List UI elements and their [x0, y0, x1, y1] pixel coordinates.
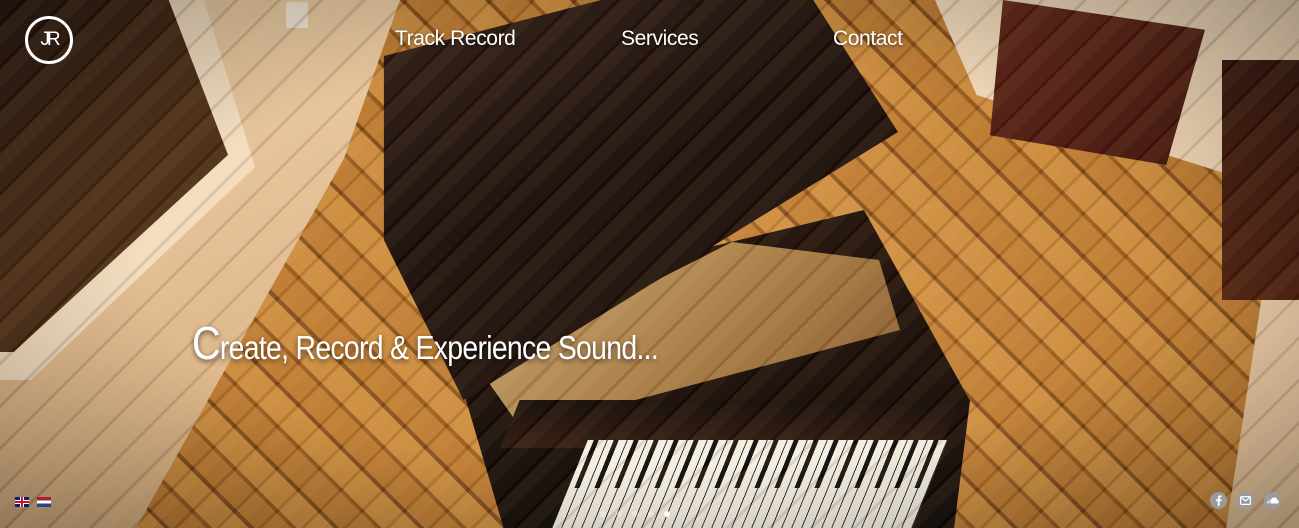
- tagline-initial: C: [192, 317, 221, 369]
- soundcloud-icon[interactable]: [1264, 492, 1281, 509]
- nav-item-services[interactable]: Services: [621, 27, 699, 51]
- social-links: [1210, 492, 1281, 509]
- slider-dot[interactable]: [616, 511, 622, 517]
- hero-tagline: Create, Record & Experience Sound...: [192, 316, 659, 370]
- facebook-icon[interactable]: [1210, 492, 1227, 509]
- nav-item-track-record[interactable]: Track Record: [395, 27, 516, 51]
- language-switcher: [15, 497, 51, 507]
- email-icon[interactable]: [1237, 492, 1254, 509]
- hero-background: [0, 0, 1299, 528]
- slider-dot[interactable]: [632, 511, 638, 517]
- vignette: [0, 0, 1299, 528]
- slider-dot[interactable]: [648, 511, 654, 517]
- slider-pagination: [600, 511, 670, 517]
- tagline-rest: reate, Record & Experience Sound...: [219, 329, 659, 366]
- slider-dot[interactable]: [664, 511, 670, 517]
- slider-dot[interactable]: [600, 511, 606, 517]
- en-flag-icon[interactable]: [15, 497, 29, 507]
- nav-item-contact[interactable]: Contact: [833, 27, 903, 51]
- main-nav: Track Record Services Contact: [0, 27, 1299, 53]
- nl-flag-icon[interactable]: [37, 497, 51, 507]
